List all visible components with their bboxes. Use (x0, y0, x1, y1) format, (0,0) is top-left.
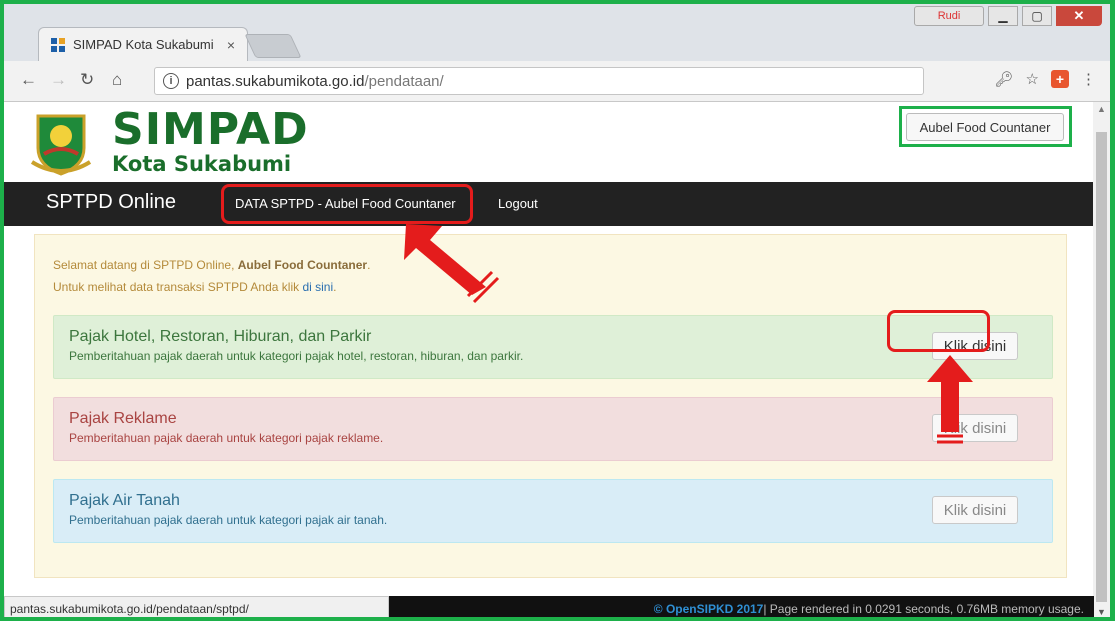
browser-tab[interactable]: SIMPAD Kota Sukabumi × (38, 27, 248, 61)
address-bar[interactable]: i pantas.sukabumikota.go.id/pendataan/ (154, 67, 924, 95)
category-desc: Pemberitahuan pajak daerah untuk kategor… (69, 513, 388, 527)
page-viewport: SIMPAD Kota Sukabumi Aubel Food Countane… (4, 102, 1094, 596)
profile-button[interactable]: Rudi (914, 6, 984, 26)
category-card-reklame: Pajak Reklame Pemberitahuan pajak daerah… (53, 397, 1053, 461)
address-toolbar: ← → ↻ ⌂ i pantas.sukabumikota.go.id/pend… (4, 61, 1110, 102)
vertical-scrollbar[interactable]: ▲ ▼ (1093, 102, 1110, 617)
welcome-message: Selamat datang di SPTPD Online, Aubel Fo… (53, 254, 370, 298)
welcome-period: . (367, 258, 371, 272)
category-title: Pajak Hotel, Restoran, Hiburan, dan Park… (69, 328, 372, 345)
menu-dots-icon[interactable]: ⋮ (1081, 70, 1096, 88)
welcome-user-name: Aubel Food Countaner (237, 258, 368, 272)
info-icon[interactable]: i (163, 73, 179, 89)
minimize-icon[interactable]: ▁ (988, 6, 1018, 26)
page-footer: © OpenSIPKD 2017 | Page rendered in 0.02… (389, 596, 1094, 617)
klik-disini-button-air-tanah[interactable]: Klik disini (932, 496, 1018, 524)
browser-window: SIMPAD Kota Sukabumi × Rudi ▁ ▢ ✕ ← → ↻ … (0, 0, 1115, 621)
back-icon[interactable]: ← (20, 70, 37, 90)
main-panel: Selamat datang di SPTPD Online, Aubel Fo… (34, 234, 1067, 578)
scroll-up-icon[interactable]: ▲ (1097, 104, 1106, 114)
close-window-icon[interactable]: ✕ (1056, 6, 1102, 26)
klik-disini-button-reklame[interactable]: Klik disini (932, 414, 1018, 442)
footer-brand[interactable]: © OpenSIPKD 2017 (654, 602, 764, 616)
maximize-icon[interactable]: ▢ (1022, 6, 1052, 26)
top-navbar: SPTPD Online DATA SPTPD - Aubel Food Cou… (4, 182, 1094, 226)
forward-icon[interactable]: → (50, 70, 67, 90)
url-path: /pendataan/ (364, 72, 444, 90)
scrollbar-thumb[interactable] (1096, 132, 1107, 602)
new-tab-button[interactable] (244, 34, 302, 58)
window-controls: Rudi ▁ ▢ ✕ (914, 6, 1102, 26)
home-icon[interactable]: ⌂ (112, 70, 122, 90)
category-desc: Pemberitahuan pajak daerah untuk kategor… (69, 349, 524, 363)
category-title: Pajak Reklame (69, 410, 177, 427)
status-bar-url: pantas.sukabumikota.go.id/pendataan/sptp… (4, 596, 389, 617)
kota-sukabumi-logo (30, 114, 92, 176)
title-bar: SIMPAD Kota Sukabumi × Rudi ▁ ▢ ✕ (4, 4, 1110, 62)
nav-link-logout[interactable]: Logout (498, 196, 538, 211)
instruction-period: . (333, 280, 337, 294)
category-desc: Pemberitahuan pajak daerah untuk kategor… (69, 431, 384, 445)
profile-name: Rudi (937, 10, 961, 22)
brand-title: SIMPAD (112, 104, 309, 155)
highlight-box-nav-link (221, 184, 473, 224)
highlight-box-klik-button (887, 310, 990, 352)
instruction-text: Untuk melihat data transaksi SPTPD Anda … (53, 280, 303, 294)
category-title: Pajak Air Tanah (69, 492, 180, 509)
navbar-brand[interactable]: SPTPD Online (46, 191, 176, 214)
bookmark-star-icon[interactable]: ☆ (1026, 70, 1039, 88)
key-icon[interactable]: 🔑︎ (995, 70, 1014, 88)
reload-icon[interactable]: ↻ (80, 70, 94, 90)
footer-render-info: | Page rendered in 0.0291 seconds, 0.76M… (763, 601, 1084, 616)
category-card-air-tanah: Pajak Air Tanah Pemberitahuan pajak daer… (53, 479, 1053, 543)
extension-plus-icon[interactable]: + (1051, 70, 1069, 88)
scroll-down-icon[interactable]: ▼ (1097, 607, 1106, 617)
tab-title: SIMPAD Kota Sukabumi (73, 37, 214, 52)
tab-close-icon[interactable]: × (227, 37, 235, 53)
url-host: pantas.sukabumikota.go.id (186, 72, 365, 90)
welcome-text: Selamat datang di SPTPD Online, (53, 258, 238, 272)
favicon-icon (51, 37, 65, 52)
highlight-box-user (899, 106, 1072, 147)
brand-subtitle: Kota Sukabumi (112, 152, 292, 176)
di-sini-link[interactable]: di sini (302, 280, 333, 294)
